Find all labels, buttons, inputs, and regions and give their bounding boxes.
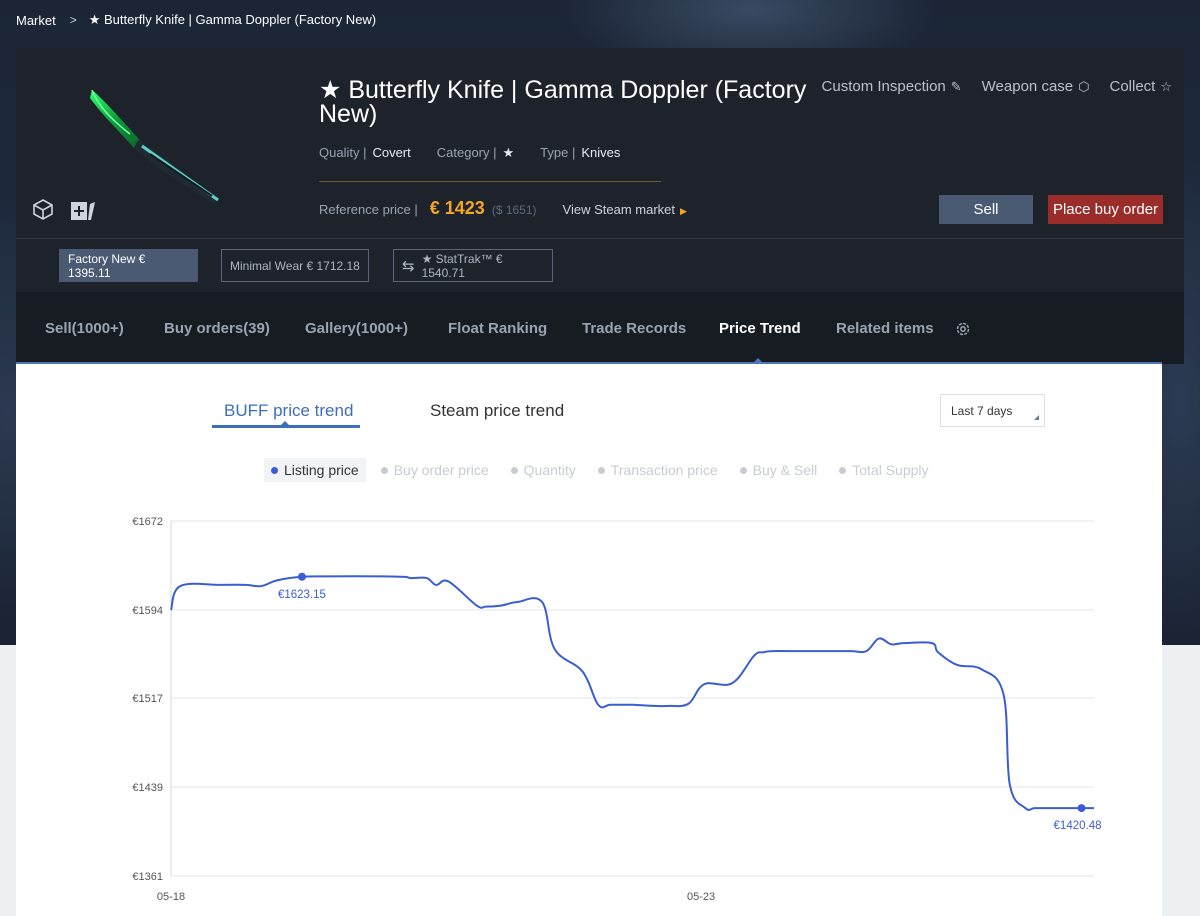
- x-tick-label: 05-18: [157, 891, 185, 903]
- quality-value: Covert: [372, 145, 411, 160]
- breadcrumb-market-link[interactable]: Market: [16, 13, 56, 28]
- inspect-add-icon[interactable]: [70, 200, 96, 222]
- tab-trade-records[interactable]: Trade Records: [582, 320, 686, 337]
- 3d-model-icon[interactable]: [32, 198, 54, 220]
- tab-float-ranking[interactable]: Float Ranking: [448, 320, 547, 337]
- breadcrumb: Market > ★ Butterfly Knife | Gamma Doppl…: [16, 12, 376, 28]
- view-steam-market-link[interactable]: View Steam market ▶: [563, 202, 687, 217]
- reference-price-usd: ($ 1651): [491, 203, 537, 217]
- price-trend-panel: BUFF price trend Steam price trend Last …: [16, 364, 1162, 916]
- reference-price-row: Reference price | € 1423 ($ 1651) View S…: [319, 198, 687, 219]
- sell-button[interactable]: Sell: [939, 195, 1033, 224]
- brush-icon: ✎: [950, 79, 962, 94]
- wear-option-label: ★ StatTrak™ € 1540.71: [421, 251, 503, 280]
- reference-price-label: Reference price |: [319, 202, 418, 217]
- type-value: Knives: [581, 145, 621, 160]
- cube-icon: ⬡: [1078, 79, 1090, 94]
- divider: [319, 181, 661, 182]
- data-label: €1623.15: [278, 589, 326, 601]
- series-line-listing-price: [170, 575, 1094, 811]
- breadcrumb-current: ★ Butterfly Knife | Gamma Doppler (Facto…: [88, 12, 377, 27]
- chevron-right-icon: >: [69, 13, 77, 27]
- tab-price-trend[interactable]: Price Trend: [719, 320, 801, 337]
- item-title: ★ Butterfly Knife | Gamma Doppler (Facto…: [319, 76, 807, 128]
- swap-icon: ⇆: [402, 257, 415, 275]
- star-icon: ☆: [1160, 79, 1172, 94]
- wear-option-minimal-wear[interactable]: Minimal Wear € 1712.18: [221, 249, 369, 282]
- category-attr: Category | ★: [437, 145, 514, 161]
- item-top-links: Custom Inspection ✎ Weapon case ⬡ Collect ☆: [822, 78, 1172, 95]
- y-tick-label: €1439: [132, 782, 163, 794]
- price-chart: €1361 €1439 €1517 €1594 €1672 05-18 05-23 €1623…: [132, 516, 1106, 903]
- item-image: [72, 76, 252, 206]
- item-tabs: Sell(1000+) Buy orders(39) Gallery(1000+…: [16, 292, 1184, 364]
- triangle-right-icon: ▶: [680, 206, 687, 216]
- wear-option-label: Minimal Wear € 1712.18: [230, 258, 360, 273]
- tab-related-items[interactable]: Related items: [836, 320, 934, 337]
- collect-label: Collect: [1109, 78, 1156, 95]
- weapon-case-label: Weapon case: [981, 78, 1074, 95]
- weapon-case-link[interactable]: Weapon case ⬡: [982, 78, 1090, 95]
- y-tick-label: €1672: [132, 516, 163, 528]
- category-label: Category |: [436, 145, 497, 160]
- wear-option-factory-new[interactable]: Factory New € 1395.11: [59, 249, 198, 282]
- view-steam-market-label: View Steam market: [562, 202, 675, 217]
- y-tick-label: €1517: [132, 693, 163, 705]
- tab-gallery[interactable]: Gallery(1000+): [305, 320, 408, 337]
- item-card: ★ Butterfly Knife | Gamma Doppler (Facto…: [16, 48, 1184, 292]
- custom-inspection-label: Custom Inspection: [821, 78, 946, 95]
- y-tick-label: €1594: [132, 605, 163, 617]
- reference-price: € 1423: [429, 198, 485, 218]
- item-attributes: Quality | Covert Category | ★ Type | Knives: [319, 145, 646, 161]
- wear-option-label: Factory New € 1395.11: [68, 251, 146, 280]
- divider: [16, 238, 1184, 239]
- data-label: €1420.48: [1054, 820, 1102, 832]
- type-attr: Type | Knives: [540, 145, 620, 161]
- quality-attr: Quality | Covert: [319, 145, 411, 161]
- category-value: ★: [502, 145, 515, 160]
- gear-icon[interactable]: [955, 321, 971, 337]
- custom-inspection-link[interactable]: Custom Inspection ✎: [822, 78, 962, 95]
- type-label: Type |: [540, 145, 576, 160]
- data-point: [1077, 804, 1086, 813]
- tab-sell[interactable]: Sell(1000+): [45, 320, 124, 337]
- data-point: [297, 572, 306, 581]
- x-tick-label: 05-23: [687, 891, 715, 903]
- wear-option-stattrak[interactable]: ⇆ ★ StatTrak™ € 1540.71: [393, 249, 553, 282]
- collect-link[interactable]: Collect ☆: [1109, 78, 1172, 95]
- quality-label: Quality |: [319, 145, 367, 160]
- place-buy-order-button[interactable]: Place buy order: [1048, 195, 1163, 224]
- tab-buy-orders[interactable]: Buy orders(39): [164, 320, 270, 337]
- y-tick-label: €1361: [132, 871, 163, 883]
